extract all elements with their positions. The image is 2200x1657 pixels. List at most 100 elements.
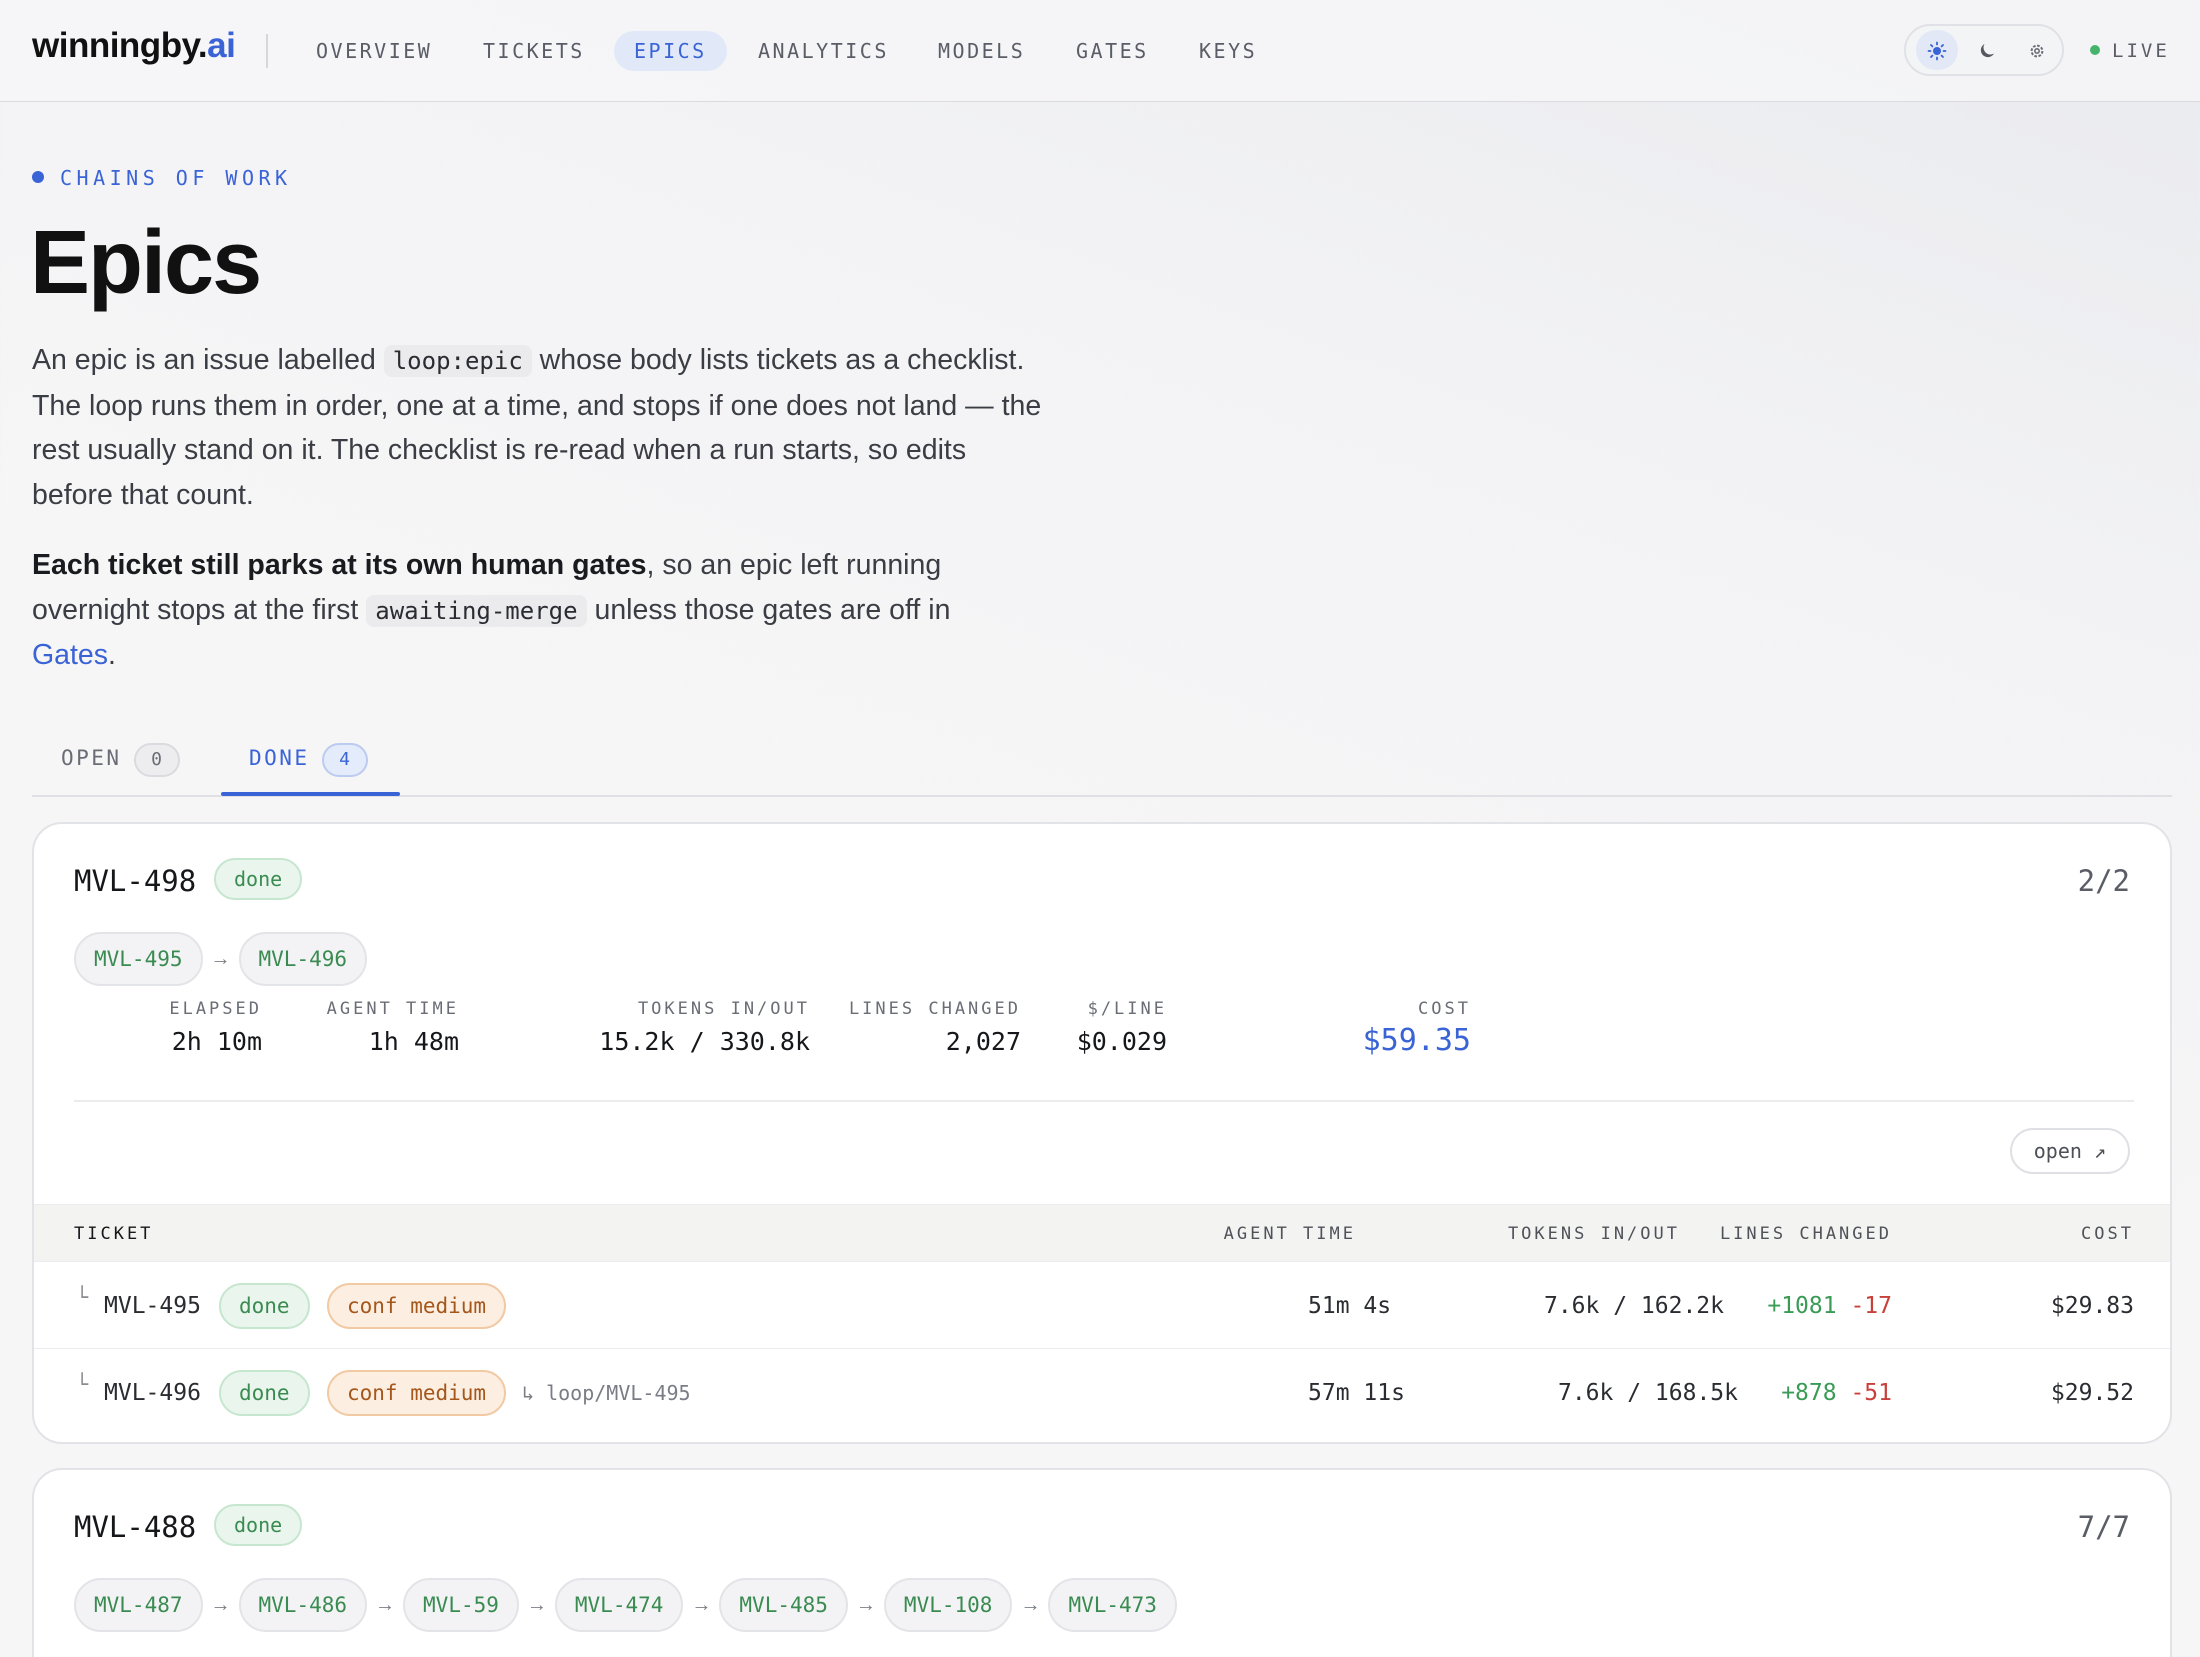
chain-ticket-chip[interactable]: MVL-474 (554, 1578, 684, 1632)
theme-switcher (1904, 24, 2064, 76)
live-indicator: LIVE (2090, 36, 2170, 66)
ticket-table-header: TICKET AGENT TIME TOKENS IN/OUT LINES CH… (34, 1204, 2170, 1262)
ticket-cost: $29.52 (2050, 1380, 2134, 1406)
tab-done-label: DONE (249, 746, 310, 770)
intro-text: An epic is an issue labelled (32, 344, 384, 376)
column-header-ticket: TICKET (74, 1224, 154, 1244)
stat-label: COST (1418, 999, 1471, 1019)
tokens-in-out: 7.6k / 168.5k (1557, 1380, 1738, 1406)
lines-removed: -51 (1850, 1380, 1892, 1406)
active-tab-indicator (221, 792, 400, 796)
column-header-cost: COST (2081, 1224, 2134, 1244)
chain-ticket-chip[interactable]: MVL-108 (883, 1578, 1013, 1632)
tab-done-count: 4 (321, 743, 368, 777)
tree-connector-icon: └ (76, 1372, 89, 1396)
nav-item-overview[interactable]: OVERVIEW (296, 31, 452, 71)
table-row[interactable]: └ MVL-496 done conf medium ↳ loop/MVL-49… (34, 1350, 2170, 1436)
sun-icon[interactable] (1916, 30, 1958, 70)
open-epic-button[interactable]: open ↗ (2009, 1128, 2130, 1174)
chain-ticket-chip[interactable]: MVL-496 (238, 932, 368, 986)
chain-arrow-icon: → (375, 1593, 396, 1616)
epic-label-code: loop:epic (383, 345, 532, 377)
card-divider (74, 1100, 2134, 1102)
stat-value: 2,027 (945, 1027, 1021, 1056)
tab-open-label: OPEN (61, 746, 122, 770)
chain-ticket-chip[interactable]: MVL-485 (719, 1578, 848, 1632)
tab-done[interactable]: DONE 4 (249, 738, 368, 796)
gear-icon[interactable] (2016, 30, 2058, 70)
column-header-agent-time: AGENT TIME (1223, 1224, 1356, 1244)
eyebrow-dot (32, 171, 44, 183)
nav-item-epics[interactable]: EPICS (614, 31, 727, 71)
stat-label: $/LINE (1087, 999, 1167, 1019)
ticket-id[interactable]: MVL-496 (104, 1350, 201, 1436)
chain-ticket-chip[interactable]: MVL-487 (74, 1578, 203, 1632)
brand-main: winningby. (32, 26, 208, 65)
chain-arrow-icon: → (1020, 1593, 1041, 1616)
tab-open[interactable]: OPEN 0 (61, 738, 180, 796)
chain-ticket-chip[interactable]: MVL-495 (74, 932, 203, 986)
chain-arrow-icon: → (210, 1593, 231, 1616)
tree-connector-icon: └ (76, 1285, 89, 1309)
stat-value: 2h 10m (171, 1027, 262, 1056)
chain-arrow-icon: → (855, 1593, 876, 1616)
intro-paragraph: An epic is an issue labelled loop:epic w… (32, 338, 1042, 517)
epic-card: MVL-488 done 7/7 MVL-487 → MVL-486 → MVL… (32, 1468, 2172, 1657)
stat-value: 1h 48m (368, 1027, 459, 1056)
lines-changed: +1081 -17 (1767, 1263, 1892, 1349)
nav-item-models[interactable]: MODELS (918, 31, 1045, 71)
stat-label: TOKENS IN/OUT (637, 999, 810, 1019)
stat-agent-time: AGENT TIME 1h 48m (327, 999, 459, 1056)
stat-cost: COST $59.35 (1363, 999, 1471, 1058)
nav-item-analytics[interactable]: ANALYTICS (738, 31, 909, 71)
epic-id[interactable]: MVL-488 (74, 1510, 196, 1544)
epic-card: MVL-498 done 2/2 MVL-495 → MVL-496 ELAPS… (32, 822, 2172, 1444)
moon-icon[interactable] (1966, 30, 2008, 70)
lines-changed: +878 -51 (1781, 1350, 1892, 1436)
ticket-chain: MVL-487 → MVL-486 → MVL-59 → MVL-474 → M… (74, 1578, 1177, 1632)
confidence-badge: conf medium (327, 1283, 507, 1329)
ticket-chain: MVL-495 → MVL-496 (74, 932, 368, 986)
gates-text-rest: unless those gates are off in (586, 593, 951, 626)
status-badge: done (214, 1504, 303, 1546)
chain-arrow-icon: → (691, 1593, 712, 1616)
stat-elapsed: ELAPSED 2h 10m (169, 999, 262, 1056)
table-row[interactable]: └ MVL-495 done conf medium 51m 4s 7.6k /… (34, 1263, 2170, 1349)
status-badge: done (214, 858, 303, 900)
nav-item-gates[interactable]: GATES (1056, 31, 1169, 71)
nav-item-keys[interactable]: KEYS (1179, 31, 1277, 71)
agent-time: 51m 4s (1308, 1293, 1392, 1319)
epic-id[interactable]: MVL-498 (74, 864, 196, 898)
chain-arrow-icon: → (526, 1593, 547, 1616)
live-dot (2090, 44, 2100, 55)
stat-label: ELAPSED (169, 999, 262, 1019)
stat-value: $0.029 (1076, 1027, 1167, 1056)
stat-value: 15.2k / 330.8k (599, 1027, 810, 1056)
status-badge: done (219, 1370, 310, 1416)
stat-label: LINES CHANGED (848, 999, 1021, 1019)
lines-added: +1081 (1767, 1293, 1837, 1319)
lines-added: +878 (1781, 1380, 1837, 1406)
stat-cost-per-line: $/LINE $0.029 (1077, 999, 1167, 1056)
gates-link[interactable]: Gates (32, 639, 108, 671)
column-header-tokens: TOKENS IN/OUT (1507, 1224, 1680, 1244)
nav-item-tickets[interactable]: TICKETS (463, 31, 605, 71)
status-badge: done (219, 1283, 310, 1329)
stat-tokens: TOKENS IN/OUT 15.2k / 330.8k (599, 999, 810, 1056)
confidence-badge: conf medium (327, 1370, 507, 1416)
epic-stats: ELAPSED 2h 10m AGENT TIME 1h 48m TOKENS … (74, 999, 1474, 1069)
epic-progress: 7/7 (2077, 1510, 2130, 1544)
tab-open-count: 0 (133, 743, 180, 777)
brand-logo[interactable]: winningby.ai (32, 26, 236, 66)
top-nav: winningby.ai OVERVIEW TICKETS EPICS ANAL… (0, 0, 2200, 102)
tokens-in-out: 7.6k / 162.2k (1543, 1293, 1724, 1319)
stat-value-cost: $59.35 (1362, 1023, 1471, 1058)
ticket-id[interactable]: MVL-495 (104, 1263, 201, 1349)
chain-ticket-chip[interactable]: MVL-59 (403, 1578, 519, 1632)
chain-ticket-chip[interactable]: MVL-473 (1048, 1578, 1177, 1632)
awaiting-merge-code: awaiting-merge (366, 594, 587, 627)
eyebrow: CHAINS OF WORK (32, 166, 292, 190)
column-header-lines-changed: LINES CHANGED (1719, 1224, 1892, 1244)
gates-text-end: . (108, 639, 116, 671)
chain-ticket-chip[interactable]: MVL-486 (238, 1578, 368, 1632)
